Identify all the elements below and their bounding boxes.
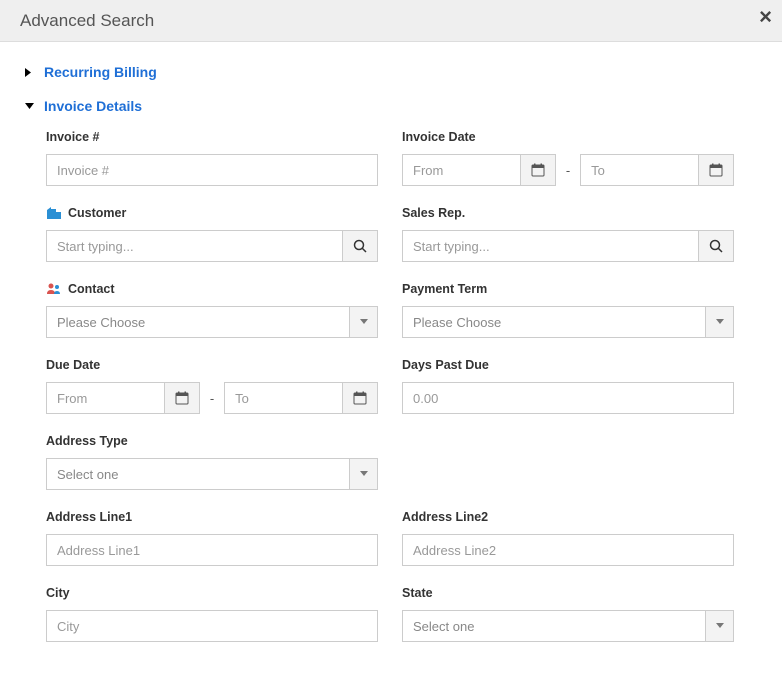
label-due-date: Due Date — [46, 358, 378, 372]
invoice-form: Invoice # Invoice Date - — [24, 130, 758, 662]
calendar-icon[interactable] — [698, 154, 734, 186]
calendar-icon[interactable] — [164, 382, 200, 414]
select-address-type-value: Select one — [57, 467, 118, 482]
label-invoice-number: Invoice # — [46, 130, 378, 144]
input-days-past-due[interactable] — [402, 382, 734, 414]
chevron-down-icon — [349, 307, 377, 337]
field-address-line2: Address Line2 — [402, 510, 758, 566]
field-days-past-due: Days Past Due — [402, 358, 758, 414]
section-recurring-billing: Recurring Billing — [24, 60, 758, 84]
field-state: State Select one — [402, 586, 758, 642]
input-invoice-date-to[interactable] — [580, 154, 698, 186]
people-icon — [46, 282, 62, 296]
label-customer: Customer — [46, 206, 378, 220]
field-address-type: Address Type Select one — [46, 434, 402, 490]
label-address-line1: Address Line1 — [46, 510, 378, 524]
select-contact[interactable]: Please Choose — [46, 306, 378, 338]
label-address-type: Address Type — [46, 434, 378, 448]
chevron-down-icon — [705, 307, 733, 337]
chevron-down-icon — [705, 611, 733, 641]
range-separator: - — [200, 391, 224, 406]
select-state[interactable]: Select one — [402, 610, 734, 642]
section-title-invoice: Invoice Details — [44, 98, 142, 114]
input-due-date-to[interactable] — [224, 382, 342, 414]
close-icon[interactable]: × — [759, 6, 772, 28]
input-customer[interactable] — [46, 230, 342, 262]
field-address-line1: Address Line1 — [46, 510, 402, 566]
select-payment-term-value: Please Choose — [413, 315, 501, 330]
field-payment-term: Payment Term Please Choose — [402, 282, 758, 338]
chevron-down-icon — [349, 459, 377, 489]
field-city: City — [46, 586, 402, 642]
dialog-header: Advanced Search × — [0, 0, 782, 42]
label-address-line2: Address Line2 — [402, 510, 734, 524]
input-due-date-from[interactable] — [46, 382, 164, 414]
field-customer: Customer — [46, 206, 402, 262]
calendar-icon[interactable] — [342, 382, 378, 414]
select-address-type[interactable]: Select one — [46, 458, 378, 490]
section-title-recurring: Recurring Billing — [44, 64, 157, 80]
select-state-value: Select one — [413, 619, 474, 634]
select-contact-value: Please Choose — [57, 315, 145, 330]
field-sales-rep: Sales Rep. — [402, 206, 758, 262]
range-separator: - — [556, 163, 580, 178]
chevron-right-icon — [24, 67, 38, 78]
field-invoice-number: Invoice # — [46, 130, 402, 186]
field-due-date: Due Date - — [46, 358, 402, 414]
label-contact: Contact — [46, 282, 378, 296]
calendar-icon[interactable] — [520, 154, 556, 186]
label-payment-term: Payment Term — [402, 282, 734, 296]
section-toggle-recurring[interactable]: Recurring Billing — [24, 60, 758, 84]
field-empty — [402, 434, 758, 490]
field-invoice-date: Invoice Date - — [402, 130, 758, 186]
select-payment-term[interactable]: Please Choose — [402, 306, 734, 338]
chevron-down-icon — [24, 102, 38, 111]
label-invoice-date: Invoice Date — [402, 130, 734, 144]
input-address-line1[interactable] — [46, 534, 378, 566]
section-toggle-invoice[interactable]: Invoice Details — [24, 94, 758, 118]
input-invoice-date-from[interactable] — [402, 154, 520, 186]
label-contact-text: Contact — [68, 282, 115, 296]
dialog-content: Recurring Billing Invoice Details Invoic… — [0, 42, 782, 682]
search-icon[interactable] — [698, 230, 734, 262]
section-invoice-details: Invoice Details Invoice # Invoice Date — [24, 94, 758, 662]
label-state: State — [402, 586, 734, 600]
label-sales-rep: Sales Rep. — [402, 206, 734, 220]
building-icon — [46, 206, 62, 220]
label-customer-text: Customer — [68, 206, 126, 220]
dialog-title: Advanced Search — [20, 11, 154, 31]
search-icon[interactable] — [342, 230, 378, 262]
label-city: City — [46, 586, 378, 600]
input-sales-rep[interactable] — [402, 230, 698, 262]
label-days-past-due: Days Past Due — [402, 358, 734, 372]
input-invoice-number[interactable] — [46, 154, 378, 186]
field-contact: Contact Please Choose — [46, 282, 402, 338]
input-address-line2[interactable] — [402, 534, 734, 566]
input-city[interactable] — [46, 610, 378, 642]
